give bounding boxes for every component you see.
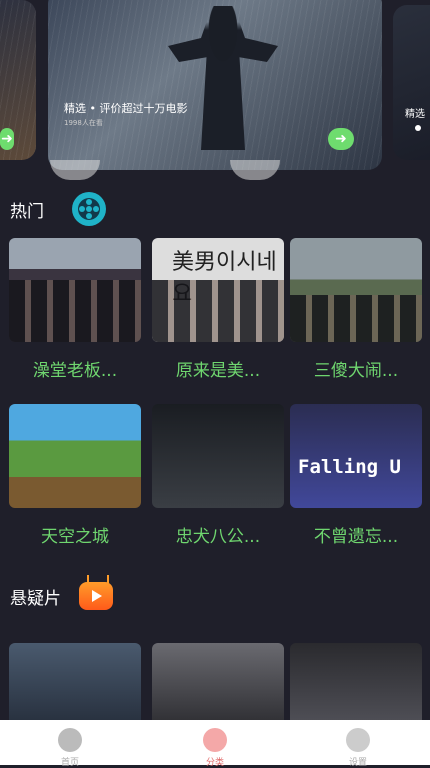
movie-poster[interactable]	[9, 404, 141, 508]
tab-home[interactable]: 首页	[40, 728, 100, 768]
banner-slide-next[interactable]: 精选	[393, 5, 430, 160]
section-header-hot: 热门	[10, 192, 106, 226]
movie-title: 不曾遗忘...	[313, 527, 399, 547]
section-title: 热门	[10, 201, 44, 222]
movie-poster[interactable]	[9, 238, 141, 342]
movie-card[interactable]: 美男이시네요 原来是美...	[152, 238, 284, 381]
carousel-dot	[415, 125, 421, 131]
banner-right-caption: 精选	[405, 109, 425, 120]
film-reel-icon	[72, 192, 106, 226]
movie-title: 澡堂老板...	[32, 361, 118, 381]
section-title: 悬疑片	[10, 588, 61, 609]
banner-reflection	[230, 160, 280, 180]
banner-carousel[interactable]: ➜ 精选 • 评价超过十万电影 1998人在看 ➜ 精选	[0, 0, 430, 185]
gear-icon	[346, 728, 370, 752]
banner-reflection	[50, 160, 100, 180]
movie-title: 原来是美...	[175, 361, 261, 381]
movie-title: 天空之城	[41, 527, 109, 547]
home-icon	[58, 728, 82, 752]
movie-card[interactable]: 三傻大闹...	[290, 238, 422, 381]
movie-card[interactable]: 澡堂老板...	[9, 238, 141, 381]
banner-slide-prev[interactable]: ➜	[0, 0, 36, 160]
crown-icon	[203, 728, 227, 752]
tab-category[interactable]: 分类	[185, 728, 245, 768]
movie-card[interactable]: 忠犬八公...	[152, 404, 284, 547]
bottom-tab-bar: 首页 分类 设置	[0, 720, 430, 768]
tab-label: 首页	[60, 758, 79, 768]
banner-sub: 1998人在看	[64, 119, 103, 127]
poster-title: Falling U	[298, 456, 401, 478]
movie-title: 三傻大闹...	[313, 361, 399, 381]
movie-poster[interactable]: Falling U	[290, 404, 422, 508]
poster-people	[290, 295, 422, 342]
movie-card[interactable]: Falling U 不曾遗忘...	[290, 404, 422, 547]
arrow-right-icon[interactable]: ➜	[328, 128, 354, 150]
banner-slide-main[interactable]: 精选 • 评价超过十万电影 1998人在看 ➜	[48, 0, 382, 170]
poster-people	[9, 279, 141, 342]
movie-title: 忠犬八公...	[175, 527, 261, 547]
arrow-right-icon[interactable]: ➜	[0, 128, 14, 150]
movie-poster[interactable]: 美男이시네요	[152, 238, 284, 342]
movie-poster[interactable]	[290, 238, 422, 342]
section-header-suspense: 悬疑片	[10, 582, 113, 610]
movie-card[interactable]: 天空之城	[9, 404, 141, 547]
banner-caption: 精选 • 评价超过十万电影	[64, 102, 188, 115]
tab-label: 设置	[348, 758, 367, 768]
tab-label: 分类	[205, 758, 224, 768]
poster-people	[152, 279, 284, 342]
movie-poster[interactable]	[152, 404, 284, 508]
tv-play-icon	[79, 582, 113, 610]
tab-settings[interactable]: 设置	[328, 728, 388, 768]
